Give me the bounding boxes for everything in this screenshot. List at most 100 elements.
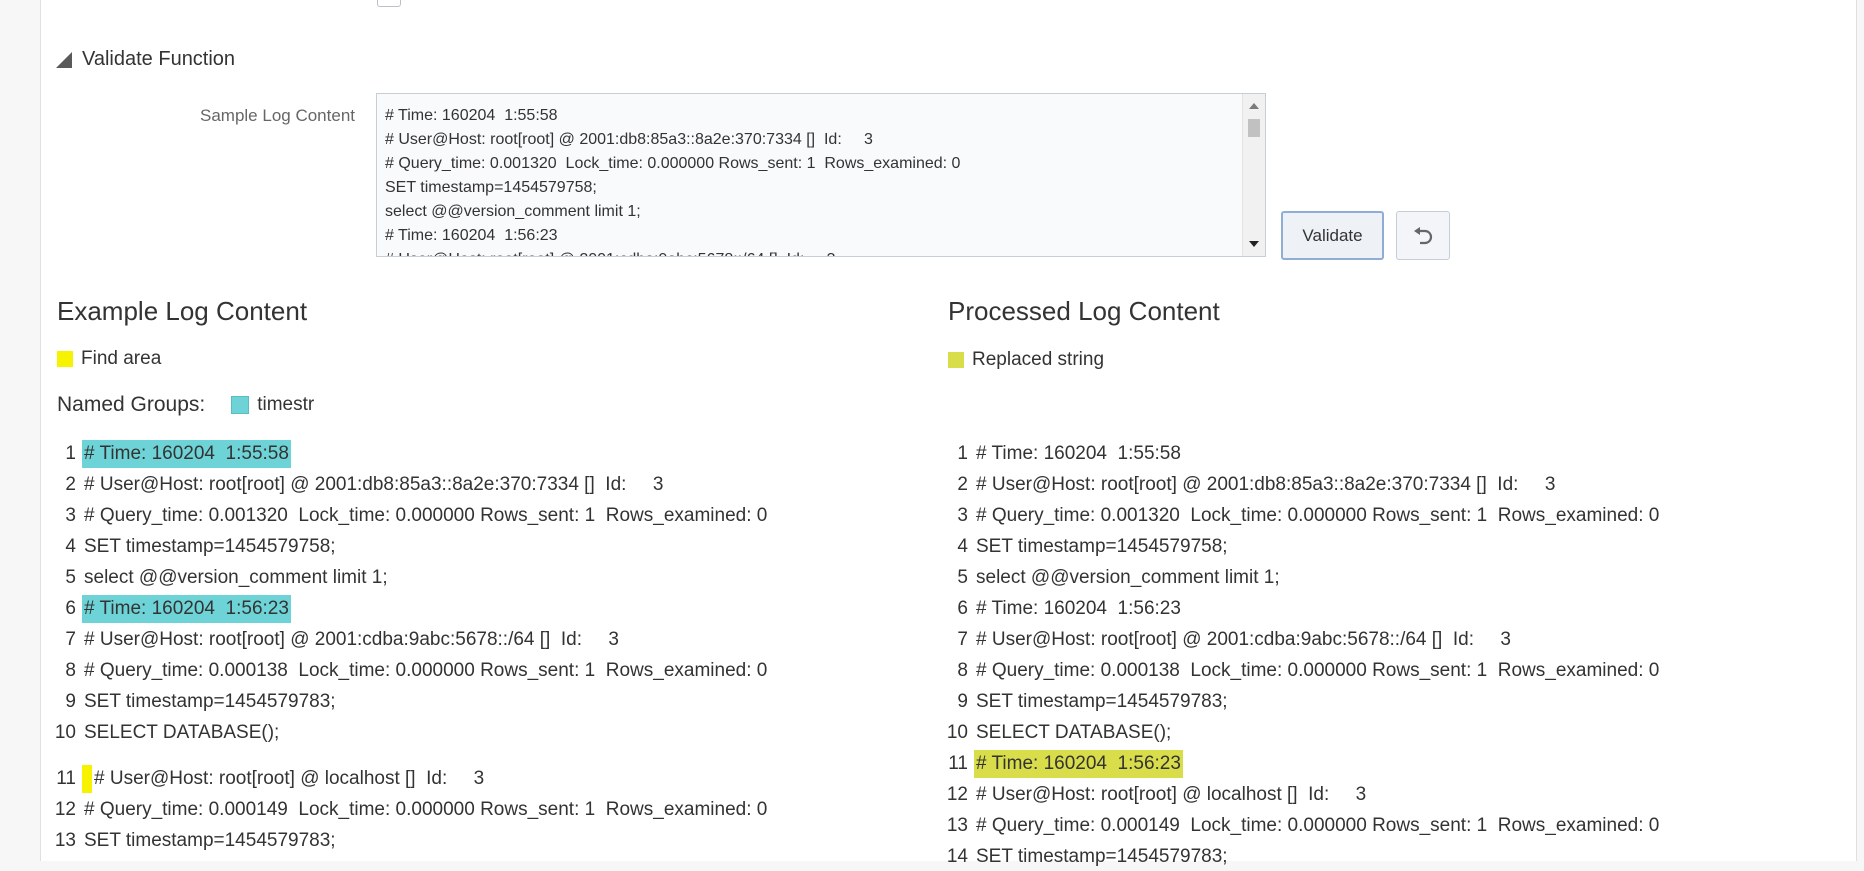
line-number: 13 <box>946 815 968 836</box>
log-line: 3 # Query_time: 0.001320 Lock_time: 0.000… <box>50 502 769 530</box>
line-text: SET timestamp=1454579783; <box>84 830 336 851</box>
line-number: 13 <box>54 830 76 851</box>
sample-log-line: # User@Host: root[root] @ 2001:cdba:9abc… <box>385 248 1237 256</box>
sample-log-line: SET timestamp=1454579758; <box>385 179 597 196</box>
line-number: 3 <box>65 505 76 526</box>
log-line: 8 # Query_time: 0.000138 Lock_time: 0.000… <box>942 657 1661 685</box>
line-number: 5 <box>65 567 76 588</box>
line-text: select @@version_comment limit 1; <box>84 567 388 588</box>
log-line: 14 SET timestamp=1454579783; <box>942 843 1230 871</box>
log-line: 4 SET timestamp=1454579758; <box>50 533 338 561</box>
collapse-triangle-icon[interactable] <box>56 51 72 68</box>
line-number: 9 <box>957 691 968 712</box>
sample-log-line: # Time: 160204 1:55:58 <box>385 107 558 124</box>
line-text: SELECT DATABASE(); <box>84 722 280 743</box>
line-number: 6 <box>957 598 968 619</box>
line-number: 14 <box>946 846 968 867</box>
validate-button[interactable]: Validate <box>1281 211 1384 260</box>
log-line: 2 # User@Host: root[root] @ 2001:db8:85a3… <box>942 471 1557 499</box>
line-text: # Query_time: 0.000138 Lock_time: 0.0000… <box>976 660 1660 681</box>
line-text: SET timestamp=1454579758; <box>84 536 336 557</box>
sample-log-line: # User@Host: root[root] @ 2001:db8:85a3:… <box>385 131 873 148</box>
log-line: 6 # Time: 160204 1:56:23 <box>942 595 1183 623</box>
line-text: # Time: 160204 1:55:58 <box>82 440 291 468</box>
line-number: 2 <box>65 474 76 495</box>
log-line: 12 # User@Host: root[root] @ localhost []… <box>942 781 1368 809</box>
line-number: 1 <box>957 443 968 464</box>
log-line: 11 # Time: 160204 1:56:23 <box>942 750 1183 778</box>
line-text: # Time: 160204 1:56:23 <box>976 598 1181 619</box>
line-text: # Query_time: 0.000149 Lock_time: 0.0000… <box>84 799 768 820</box>
line-number: 11 <box>56 768 76 789</box>
line-number: 8 <box>957 660 968 681</box>
line-number: 9 <box>65 691 76 712</box>
line-number: 6 <box>65 598 76 619</box>
line-text: SELECT DATABASE(); <box>976 722 1172 743</box>
line-text: # User@Host: root[root] @ 2001:db8:85a3:… <box>84 474 664 495</box>
line-number: 1 <box>65 443 76 464</box>
log-line: 3 # Query_time: 0.001320 Lock_time: 0.000… <box>942 502 1661 530</box>
log-line: 10 SELECT DATABASE(); <box>50 719 281 747</box>
line-number: 7 <box>65 629 76 650</box>
line-number: 7 <box>957 629 968 650</box>
line-text: SET timestamp=1454579758; <box>976 536 1228 557</box>
scroll-down-icon[interactable] <box>1249 241 1259 247</box>
find-area-marker <box>82 765 92 793</box>
line-text: # Query_time: 0.001320 Lock_time: 0.0000… <box>976 505 1660 526</box>
reset-button[interactable] <box>1396 211 1450 260</box>
log-line: 9 SET timestamp=1454579783; <box>942 688 1230 716</box>
log-line: 12 # Query_time: 0.000149 Lock_time: 0.00… <box>50 796 769 824</box>
log-line: 6 # Time: 160204 1:56:23 <box>50 595 291 623</box>
line-number: 2 <box>957 474 968 495</box>
log-line: 7 # User@Host: root[root] @ 2001:cdba:9ab… <box>942 626 1513 654</box>
scroll-thumb[interactable] <box>1248 119 1260 137</box>
line-text: SET timestamp=1454579783; <box>84 691 336 712</box>
line-number: 8 <box>65 660 76 681</box>
sample-log-line: # Time: 160204 1:56:23 <box>385 227 558 244</box>
replaced-swatch <box>948 352 964 368</box>
line-text: # Time: 160204 1:56:23 <box>974 750 1183 778</box>
log-line: 5 select @@version_comment limit 1; <box>50 564 390 592</box>
line-text: # Query_time: 0.001320 Lock_time: 0.0000… <box>84 505 768 526</box>
processed-log-title: Processed Log Content <box>948 296 1220 326</box>
line-text: # Time: 160204 1:55:58 <box>976 443 1181 464</box>
line-text: # User@Host: root[root] @ 2001:cdba:9abc… <box>976 629 1511 650</box>
log-line: 10 SELECT DATABASE(); <box>942 719 1173 747</box>
line-number: 4 <box>957 536 968 557</box>
line-number: 3 <box>957 505 968 526</box>
find-area-legend: Find area <box>57 348 161 370</box>
section-title: Validate Function <box>82 48 236 70</box>
group-swatch <box>231 396 250 414</box>
log-line: 5 select @@version_comment limit 1; <box>942 564 1282 592</box>
group-name: timestr <box>257 394 315 415</box>
scroll-up-icon[interactable] <box>1249 103 1259 109</box>
log-line: 13 SET timestamp=1454579783; <box>50 827 338 855</box>
named-groups: Named Groups: timestr <box>57 393 314 417</box>
sample-log-line: select @@version_comment limit 1; <box>385 203 641 220</box>
log-line: 4 SET timestamp=1454579758; <box>942 533 1230 561</box>
find-area-swatch <box>57 351 73 367</box>
section-header[interactable]: Validate Function <box>56 48 235 71</box>
line-text: # User@Host: root[root] @ 2001:db8:85a3:… <box>976 474 1556 495</box>
replaced-string-legend: Replaced string <box>948 349 1104 371</box>
sample-log-line: # Query_time: 0.001320 Lock_time: 0.0000… <box>385 155 961 172</box>
log-line: 13 # Query_time: 0.000149 Lock_time: 0.00… <box>942 812 1661 840</box>
line-number: 10 <box>946 722 968 743</box>
line-number: 10 <box>54 722 76 743</box>
line-text: # User@Host: root[root] @ 2001:cdba:9abc… <box>84 629 619 650</box>
log-line: 11 # User@Host: root[root] @ localhost []… <box>50 765 486 793</box>
find-area-label: Find area <box>81 348 162 369</box>
checkbox[interactable] <box>377 0 401 7</box>
sample-log-textarea[interactable]: # Time: 160204 1:55:58 # User@Host: root[… <box>376 93 1266 257</box>
line-number: 5 <box>957 567 968 588</box>
example-log-title: Example Log Content <box>57 296 308 326</box>
log-line: 2 # User@Host: root[root] @ 2001:db8:85a3… <box>50 471 665 499</box>
line-number: 12 <box>946 784 968 805</box>
line-text: # Query_time: 0.000149 Lock_time: 0.0000… <box>976 815 1660 836</box>
log-line: 7 # User@Host: root[root] @ 2001:cdba:9ab… <box>50 626 621 654</box>
textarea-scrollbar[interactable] <box>1242 94 1265 256</box>
line-number: 11 <box>948 753 968 774</box>
log-line: 1 # Time: 160204 1:55:58 <box>942 440 1183 468</box>
log-line: 1 # Time: 160204 1:55:58 <box>50 440 291 468</box>
line-text: SET timestamp=1454579783; <box>976 846 1228 867</box>
